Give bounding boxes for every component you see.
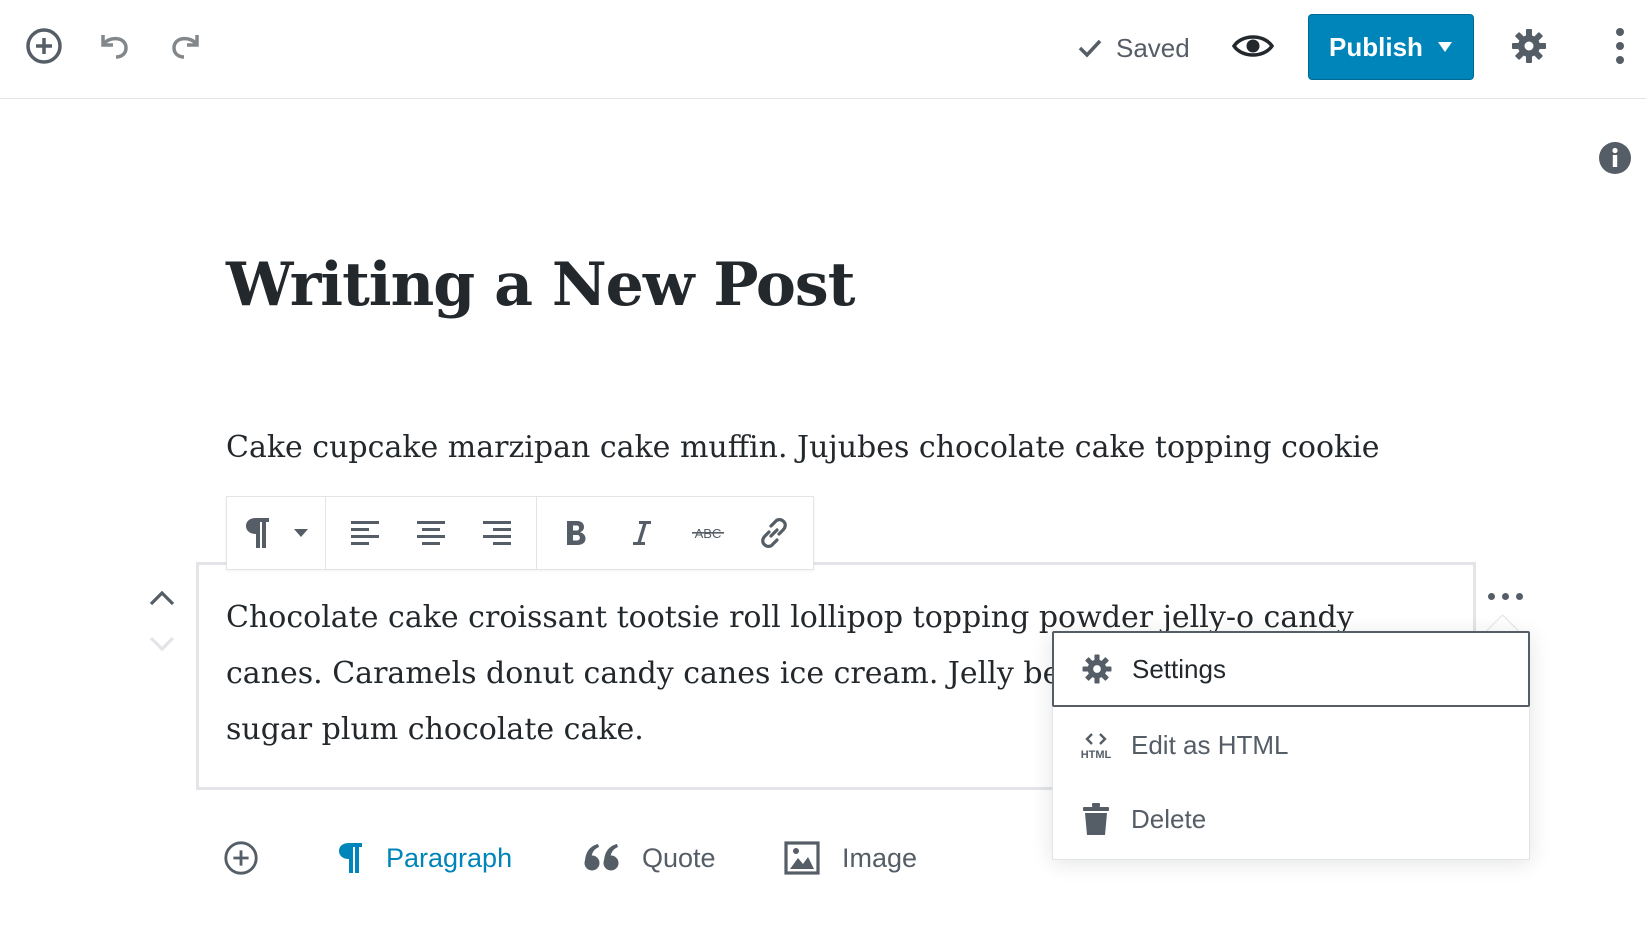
insert-paragraph-label: Paragraph <box>386 842 513 873</box>
insert-quote-label: Quote <box>642 842 716 873</box>
saved-status: Saved <box>1076 26 1190 70</box>
align-left-button[interactable] <box>332 497 398 569</box>
bold-icon <box>567 521 586 545</box>
image-icon <box>784 841 820 875</box>
align-right-icon <box>483 521 511 545</box>
redo-icon <box>172 35 199 59</box>
link-icon <box>761 518 787 548</box>
align-center-icon <box>417 521 445 545</box>
menu-item-edit-html-label: Edit as HTML <box>1131 729 1289 760</box>
info-icon <box>1599 142 1631 174</box>
chevron-up-icon <box>149 590 175 606</box>
redo-button[interactable] <box>162 22 210 70</box>
settings-button[interactable] <box>1505 22 1553 70</box>
more-menu-button[interactable] <box>1598 22 1642 70</box>
svg-text:HTML: HTML <box>1081 749 1112 761</box>
saved-label: Saved <box>1116 32 1190 63</box>
menu-item-delete[interactable]: Delete <box>1053 783 1529 855</box>
move-up-button[interactable] <box>142 578 182 618</box>
block-settings-menu: Settings HTML Edit as HTML Delete <box>1052 631 1530 860</box>
italic-button[interactable] <box>609 497 675 569</box>
italic-icon <box>633 521 651 545</box>
add-block-button[interactable] <box>20 22 68 70</box>
align-center-button[interactable] <box>398 497 464 569</box>
trash-icon <box>1075 798 1117 840</box>
gear-icon <box>1512 29 1546 63</box>
publish-button[interactable]: Publish <box>1308 14 1474 80</box>
menu-item-delete-label: Delete <box>1131 803 1207 834</box>
preview-button[interactable] <box>1228 22 1278 70</box>
block-type-dropdown[interactable] <box>283 497 319 569</box>
undo-icon <box>101 35 128 59</box>
strikethrough-icon: ABC <box>692 526 724 541</box>
dot-icon <box>1515 592 1523 600</box>
paragraph-block[interactable]: Cake cupcake marzipan cake muffin. Jujub… <box>226 420 1386 482</box>
dot-icon <box>1487 592 1495 600</box>
chevron-down-icon <box>149 636 175 652</box>
dropdown-arrow-icon <box>294 529 308 537</box>
eye-icon <box>1232 35 1274 57</box>
insert-paragraph-button[interactable]: Paragraph <box>338 832 512 884</box>
block-settings-menu-toggle[interactable] <box>1482 586 1528 606</box>
publish-label: Publish <box>1329 31 1423 62</box>
checkmark-icon <box>1078 39 1102 58</box>
quote-icon <box>584 844 619 871</box>
menu-item-settings-label: Settings <box>1132 653 1226 684</box>
block-type-switcher[interactable] <box>233 497 283 569</box>
gear-icon <box>1076 648 1118 690</box>
vertical-ellipsis-icon <box>1616 28 1624 64</box>
bold-button[interactable] <box>543 497 609 569</box>
plus-circle-icon <box>26 28 62 64</box>
menu-item-edit-html[interactable]: HTML Edit as HTML <box>1053 709 1529 781</box>
plus-circle-icon <box>224 841 258 875</box>
paragraph-icon <box>339 843 362 873</box>
paragraph-icon <box>246 518 269 548</box>
insert-image-label: Image <box>842 842 918 873</box>
info-button[interactable] <box>1598 141 1632 175</box>
block-toolbar: ABC <box>226 496 814 570</box>
post-title[interactable]: Writing a New Post <box>226 250 855 320</box>
inline-inserter-button[interactable] <box>222 832 260 884</box>
align-left-icon <box>351 521 379 545</box>
alignment-group <box>326 497 537 569</box>
menu-item-settings[interactable]: Settings <box>1052 631 1530 707</box>
move-down-button[interactable] <box>142 624 182 664</box>
formatting-group: ABC <box>537 497 813 569</box>
strikethrough-button[interactable]: ABC <box>675 497 741 569</box>
insert-quote-button[interactable]: Quote <box>584 832 716 884</box>
dot-icon <box>1501 592 1509 600</box>
editor-header: Saved Publish <box>0 0 1646 99</box>
align-right-button[interactable] <box>464 497 530 569</box>
insert-image-button[interactable]: Image <box>784 832 917 884</box>
undo-button[interactable] <box>90 22 138 70</box>
caret-down-icon <box>1437 42 1452 52</box>
html-icon: HTML <box>1075 724 1117 766</box>
block-switcher-group <box>227 497 326 569</box>
link-button[interactable] <box>741 497 807 569</box>
